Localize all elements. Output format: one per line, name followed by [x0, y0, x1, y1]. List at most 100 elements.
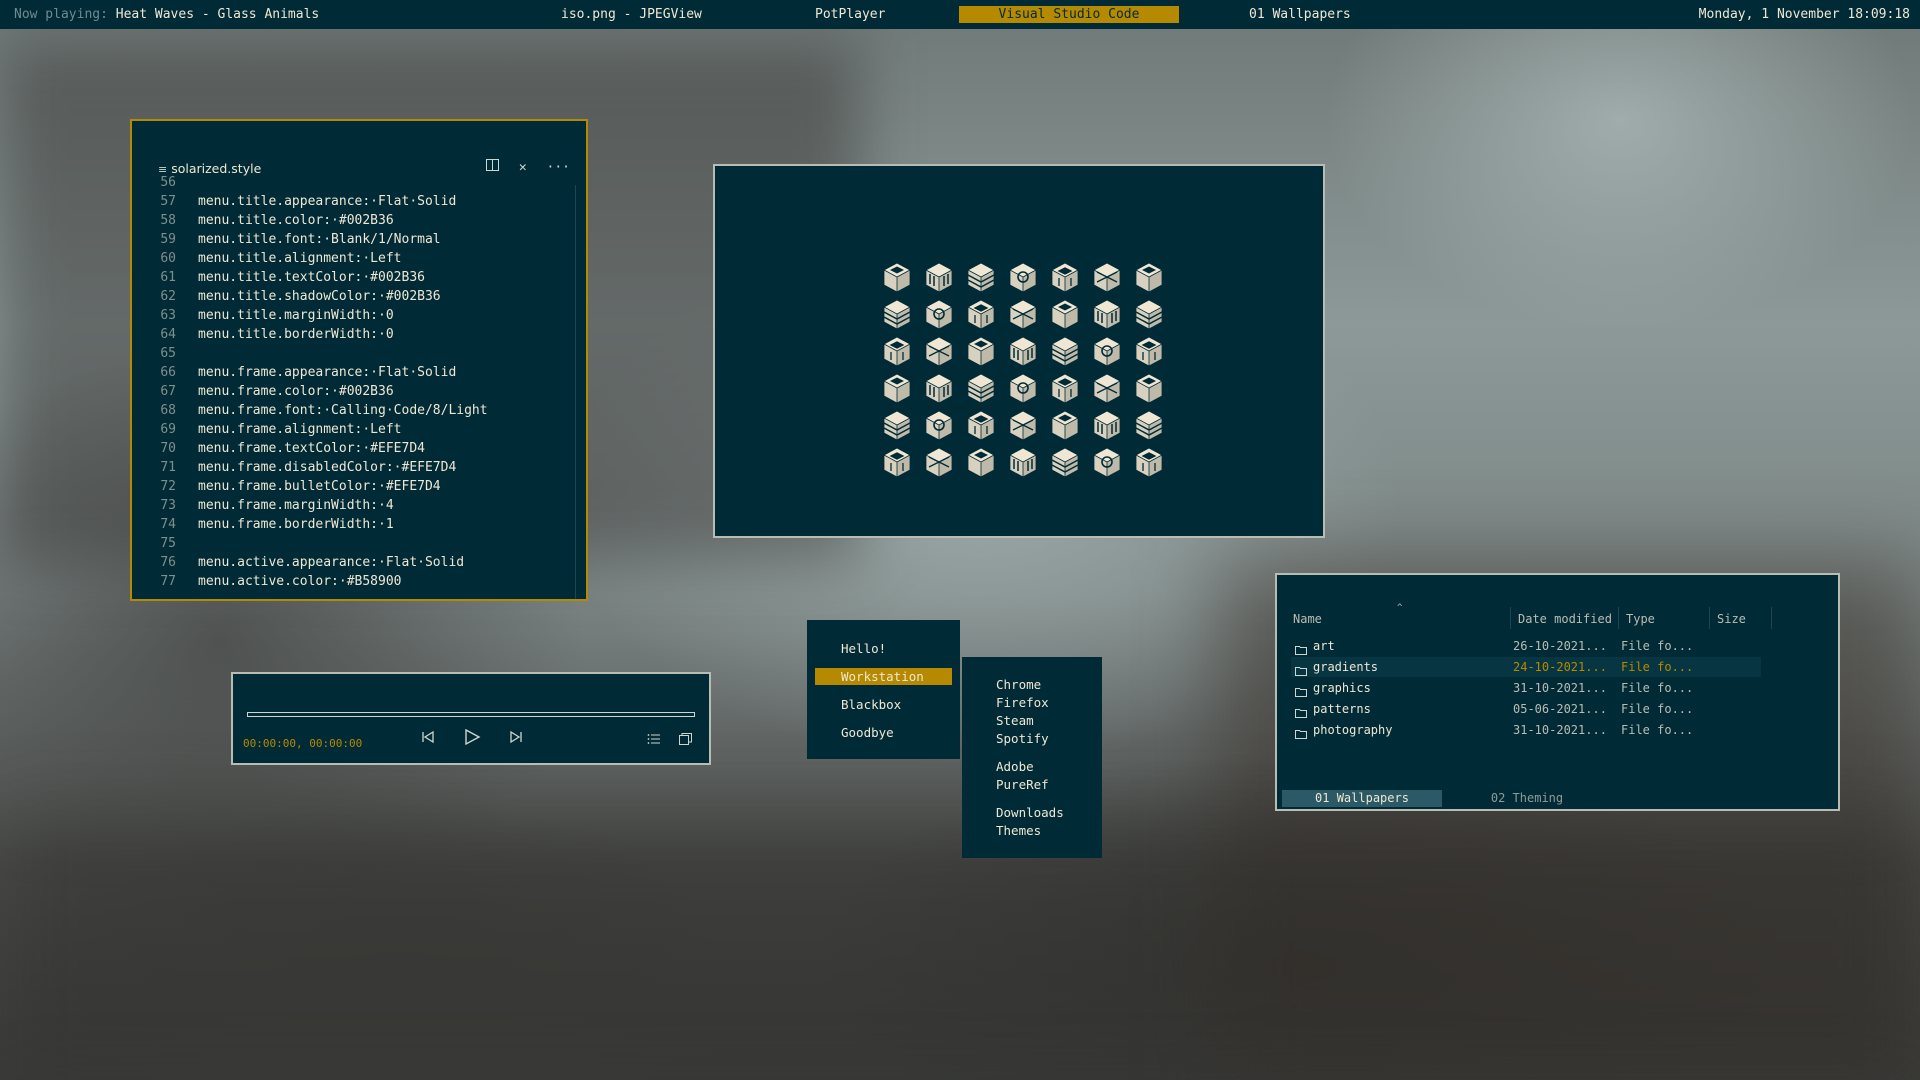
submenu-item-pureref[interactable]: PureRef: [996, 776, 1049, 794]
code-text: menu.title.font:·Blank/1/Normal: [198, 232, 441, 247]
column-header-type[interactable]: Type: [1626, 612, 1655, 626]
now-playing[interactable]: Now playing: Heat Waves - Glass Animals: [14, 0, 319, 29]
menu-item-blackbox[interactable]: Blackbox: [815, 696, 952, 713]
column-divider[interactable]: [1618, 607, 1619, 629]
line-number: 69: [160, 422, 176, 437]
task-potplayer[interactable]: PotPlayer: [815, 0, 885, 29]
code-line[interactable]: 56: [132, 173, 572, 192]
isometric-cube-icon: [879, 408, 915, 444]
line-number: 71: [160, 460, 176, 475]
isometric-cube-icon: [963, 334, 999, 370]
file-row[interactable]: graphics 31-10-2021... File fo...: [1291, 678, 1761, 698]
code-text: menu.title.textColor:·#002B36: [198, 270, 425, 285]
line-number: 58: [160, 213, 176, 228]
code-line[interactable]: 71 menu.frame.disabledColor:·#EFE7D4: [132, 458, 572, 477]
isometric-cube-icon: [1131, 371, 1167, 407]
isometric-cube-icon: [921, 297, 957, 333]
isometric-cube-icon: [963, 371, 999, 407]
seek-bar[interactable]: [247, 712, 695, 717]
code-text: menu.title.alignment:·Left: [198, 251, 402, 266]
submenu-item-firefox[interactable]: Firefox: [996, 694, 1049, 712]
code-line[interactable]: 58 menu.title.color:·#002B36: [132, 211, 572, 230]
isometric-cube-icon: [1089, 297, 1125, 333]
code-line[interactable]: 67 menu.frame.color:·#002B36: [132, 382, 572, 401]
image-viewer-window[interactable]: [713, 164, 1325, 538]
isometric-cube-icon: [1089, 334, 1125, 370]
isometric-cube-icon: [1131, 334, 1167, 370]
code-line[interactable]: 73 menu.frame.marginWidth:·4: [132, 496, 572, 515]
column-header-name[interactable]: Name: [1293, 612, 1322, 626]
editor-scrollbar[interactable]: [575, 185, 576, 599]
file-row[interactable]: photography 31-10-2021... File fo...: [1291, 720, 1761, 740]
isometric-cube-icon: [1005, 334, 1041, 370]
code-editor-window[interactable]: ≡ solarized.style ✕ ··· 56 57 menu.title.ap…: [130, 119, 588, 601]
line-number: 60: [160, 251, 176, 266]
file-row[interactable]: gradients 24-10-2021... File fo...: [1291, 657, 1761, 677]
submenu-item-themes[interactable]: Themes: [996, 822, 1041, 840]
previous-icon[interactable]: [421, 730, 435, 748]
code-text: menu.title.shadowColor:·#002B36: [198, 289, 441, 304]
column-divider[interactable]: [1510, 607, 1511, 629]
line-number: 67: [160, 384, 176, 399]
column-divider[interactable]: [1771, 607, 1772, 629]
file-date: 31-10-2021...: [1513, 681, 1607, 695]
column-header-date[interactable]: Date modified: [1518, 612, 1612, 626]
code-line[interactable]: 57 menu.title.appearance:·Flat·Solid: [132, 192, 572, 211]
code-line[interactable]: 66 menu.frame.appearance:·Flat·Solid: [132, 363, 572, 382]
code-line[interactable]: 59 menu.title.font:·Blank/1/Normal: [132, 230, 572, 249]
submenu-item-chrome[interactable]: Chrome: [996, 676, 1041, 694]
media-player-window[interactable]: 00:00:00, 00:00:00: [231, 672, 711, 765]
next-icon[interactable]: [509, 730, 523, 748]
code-line[interactable]: 68 menu.frame.font:·Calling·Code/8/Light: [132, 401, 572, 420]
file-row[interactable]: art 26-10-2021... File fo...: [1291, 636, 1761, 656]
file-row[interactable]: patterns 05-06-2021... File fo...: [1291, 699, 1761, 719]
isometric-cube-icon: [1047, 445, 1083, 481]
code-line[interactable]: 62 menu.title.shadowColor:·#002B36: [132, 287, 572, 306]
submenu-item-adobe[interactable]: Adobe: [996, 758, 1034, 776]
menu-item-workstation[interactable]: Workstation: [815, 668, 952, 685]
line-number: 73: [160, 498, 176, 513]
code-line[interactable]: 65: [132, 344, 572, 363]
code-line[interactable]: 70 menu.frame.textColor:·#EFE7D4: [132, 439, 572, 458]
line-number: 76: [160, 555, 176, 570]
code-area[interactable]: 56 57 menu.title.appearance:·Flat·Solid 58 m…: [132, 173, 572, 599]
submenu-item-steam[interactable]: Steam: [996, 712, 1034, 730]
playlist-icon[interactable]: [647, 731, 661, 749]
code-line[interactable]: 76 menu.active.appearance:·Flat·Solid: [132, 553, 572, 572]
code-line[interactable]: 74 menu.frame.borderWidth:·1: [132, 515, 572, 534]
code-text: menu.title.marginWidth:·0: [198, 308, 394, 323]
code-line[interactable]: 69 menu.frame.alignment:·Left: [132, 420, 572, 439]
file-name: patterns: [1313, 702, 1371, 716]
code-line[interactable]: 75: [132, 534, 572, 553]
menu-item-goodbye[interactable]: Goodbye: [815, 724, 952, 741]
isometric-cube-icon: [879, 371, 915, 407]
file-explorer-window[interactable]: ^ Name Date modified Type Size art 26-10-…: [1275, 573, 1840, 811]
task-wallpapers[interactable]: 01 Wallpapers: [1249, 0, 1351, 29]
code-line[interactable]: 72 menu.frame.bulletColor:·#EFE7D4: [132, 477, 572, 496]
isometric-cube-icon: [1131, 445, 1167, 481]
window-mode-icon[interactable]: [679, 731, 692, 749]
line-number: 77: [160, 574, 176, 589]
column-header-size[interactable]: Size: [1717, 612, 1746, 626]
menu-item-hello[interactable]: Hello!: [815, 640, 952, 657]
file-date: 31-10-2021...: [1513, 723, 1607, 737]
clock: Monday, 1 November 18:09:18: [1698, 7, 1910, 22]
task-jpegview[interactable]: iso.png - JPEGView: [561, 0, 702, 29]
code-line[interactable]: 61 menu.title.textColor:·#002B36: [132, 268, 572, 287]
play-icon[interactable]: [463, 728, 481, 750]
task-vscode[interactable]: Visual Studio Code: [959, 6, 1179, 23]
submenu-item-spotify[interactable]: Spotify: [996, 730, 1049, 748]
code-line[interactable]: 63 menu.title.marginWidth:·0: [132, 306, 572, 325]
code-line[interactable]: 64 menu.title.borderWidth:·0: [132, 325, 572, 344]
column-divider[interactable]: [1709, 607, 1710, 629]
isometric-cube-icon: [879, 297, 915, 333]
code-line[interactable]: 77 menu.active.color:·#B58900: [132, 572, 572, 591]
isometric-cube-icon: [1131, 408, 1167, 444]
submenu-item-downloads[interactable]: Downloads: [996, 804, 1064, 822]
isometric-cube-icon: [1131, 297, 1167, 333]
code-text: menu.title.borderWidth:·0: [198, 327, 394, 342]
code-line[interactable]: 60 menu.title.alignment:·Left: [132, 249, 572, 268]
tab-02-theming[interactable]: 02 Theming: [1472, 790, 1582, 807]
tab-01-wallpapers[interactable]: 01 Wallpapers: [1282, 790, 1442, 807]
isometric-cube-icon: [921, 371, 957, 407]
